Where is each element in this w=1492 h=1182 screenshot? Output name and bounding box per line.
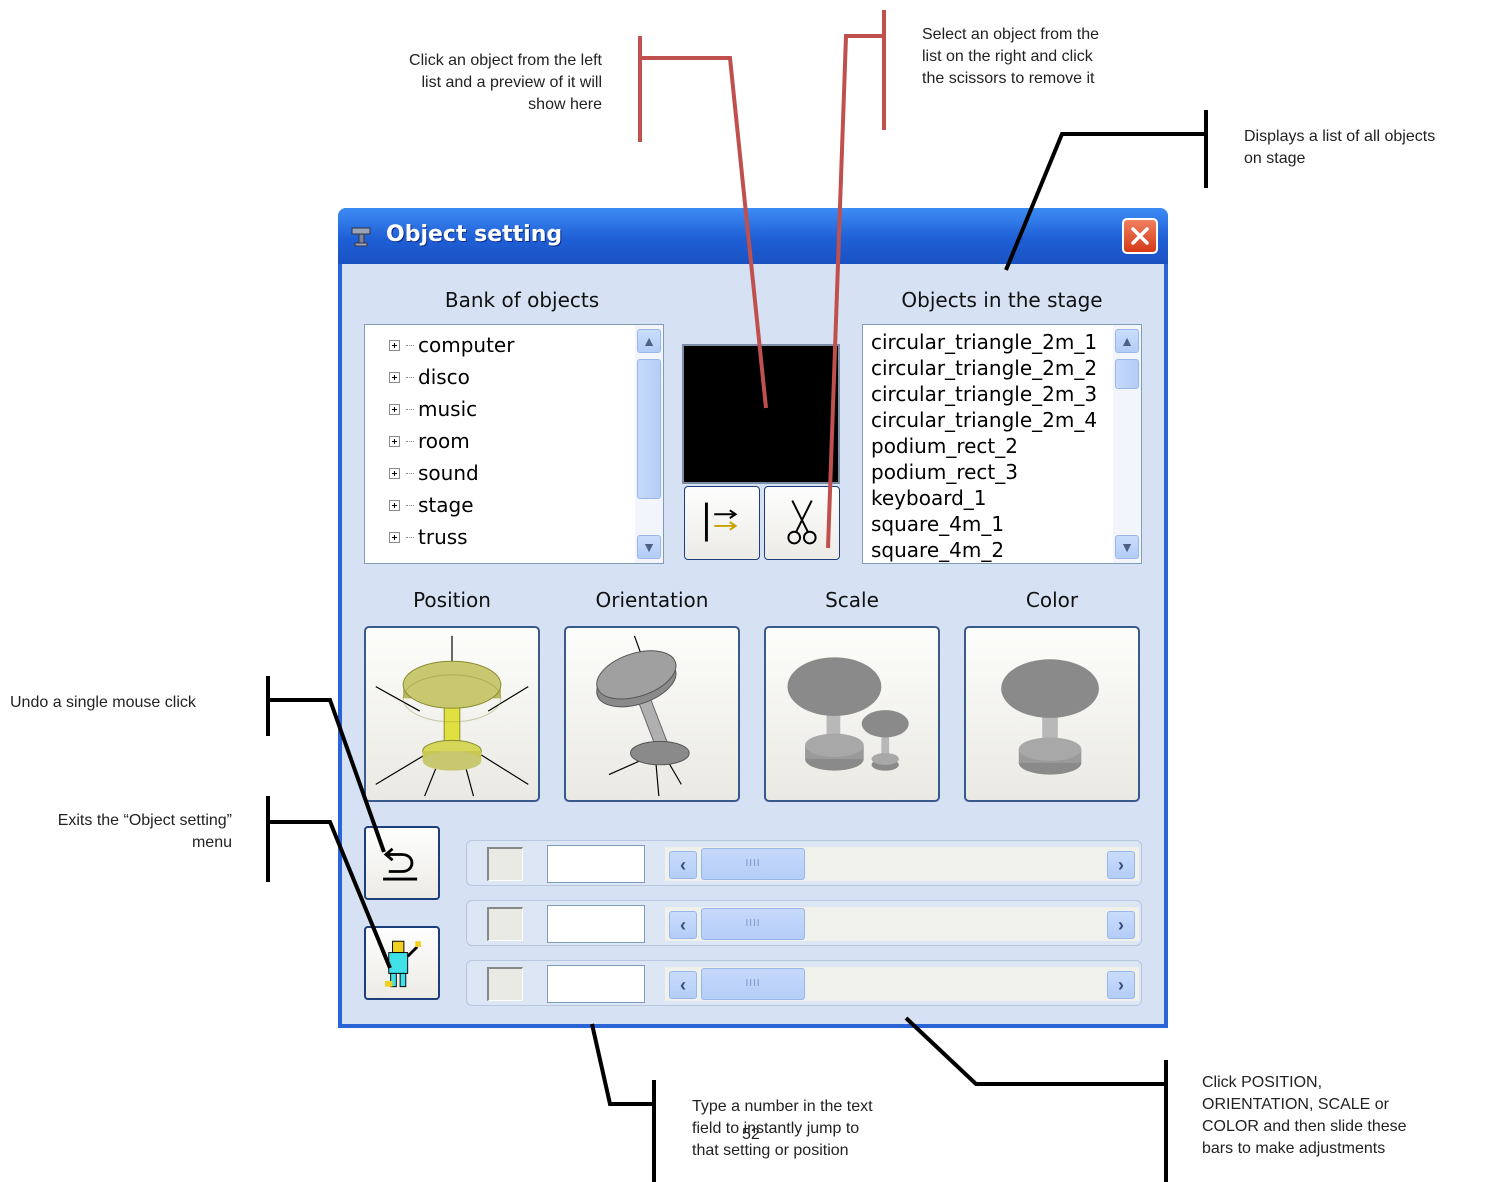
callout-sliders-line: [904, 1016, 1166, 1086]
callout-exit-line: [268, 820, 392, 969]
callout-textfield-line: [590, 1023, 654, 1106]
callout-undo-line: [268, 698, 386, 853]
callout-lines: [266, 10, 1208, 1182]
callout-stage-line: [1004, 132, 1206, 271]
callout-preview-line: [640, 56, 768, 409]
callout-remove-line: [826, 34, 884, 549]
page-number: 52: [742, 1126, 760, 1143]
